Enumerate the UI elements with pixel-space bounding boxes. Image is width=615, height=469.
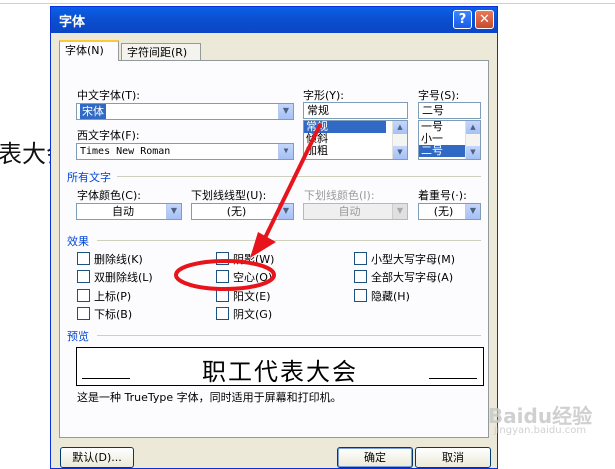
tab-font[interactable]: 字体(N) (59, 40, 119, 61)
superscript-label: 上标(P) (94, 290, 132, 303)
title-bar[interactable]: 字体 ? ✕ (51, 7, 497, 33)
chinese-font-combo[interactable]: 宋体 ▼ (76, 103, 294, 120)
small-caps-checkbox[interactable] (354, 252, 367, 265)
outline-checkbox[interactable] (216, 270, 229, 283)
all-text-section-label: 所有文字 (67, 171, 111, 184)
engrave-checkbox[interactable] (216, 307, 229, 320)
font-style-list[interactable]: 常规 倾斜 加粗 ▲ ▼ (303, 120, 408, 160)
double-strikethrough-label: 双删除线(L) (94, 271, 153, 284)
font-size-input[interactable]: 二号 (418, 102, 481, 119)
scroll-up-icon[interactable]: ▲ (466, 121, 480, 134)
all-caps-label: 全部大写字母(A) (371, 271, 454, 284)
divider (97, 335, 481, 336)
font-size-list[interactable]: 一号 小一 二号 ▲ ▼ (418, 120, 481, 160)
hidden-checkbox[interactable] (354, 289, 367, 302)
emboss-checkbox[interactable] (216, 289, 229, 302)
emphasis-label: 着重号(·): (418, 189, 467, 202)
small-caps-label: 小型大写字母(M) (371, 253, 456, 266)
all-caps-checkbox[interactable] (354, 270, 367, 283)
underline-type-label: 下划线线型(U): (191, 189, 267, 202)
scrollbar[interactable]: ▲ ▼ (465, 121, 480, 159)
underline-type-combo[interactable]: (无) ▼ (191, 203, 294, 220)
font-dialog: 字体 ? ✕ 字符间距(R) 字体(N) 中文字体(T): 宋体 ▼ 西文字体(… (50, 6, 498, 469)
preview-description: 这是一种 TrueType 字体，同时适用于屏幕和打印机。 (77, 391, 342, 404)
hidden-label: 隐藏(H) (371, 290, 410, 303)
outline-label: 空心(O) (233, 271, 273, 284)
divider (97, 240, 481, 241)
emboss-label: 阳文(E) (233, 290, 271, 303)
scroll-down-icon[interactable]: ▼ (393, 146, 407, 159)
preview-text: 职工代表大会 (202, 358, 358, 386)
shadow-label: 阴影(W) (233, 253, 275, 266)
preview-box: 职工代表大会 (76, 347, 484, 386)
preview-section-label: 预览 (67, 330, 89, 343)
watermark-url: jingyan.baidu.com (493, 425, 587, 436)
strikethrough-label: 删除线(K) (94, 253, 143, 266)
help-button[interactable]: ? (453, 10, 472, 29)
underline-color-label: 下划线颜色(I): (304, 189, 375, 202)
default-button[interactable]: 默认(D)... (60, 447, 134, 468)
chevron-down-icon[interactable]: ▼ (166, 204, 181, 219)
ok-button[interactable]: 确定 (337, 447, 413, 468)
scrollbar[interactable]: ▲ ▼ (392, 121, 407, 159)
chinese-font-label: 中文字体(T): (77, 89, 141, 102)
shadow-checkbox[interactable] (216, 252, 229, 265)
strikethrough-checkbox[interactable] (77, 252, 90, 265)
effects-section-label: 效果 (67, 235, 89, 248)
western-font-label: 西文字体(F): (77, 129, 140, 142)
font-color-combo[interactable]: 自动 ▼ (76, 203, 182, 220)
font-style-input[interactable]: 常规 (303, 102, 408, 119)
western-font-value: Times New Roman (80, 146, 171, 157)
dialog-title: 字体 (59, 15, 86, 30)
chevron-down-icon[interactable]: ▼ (392, 204, 407, 219)
list-item[interactable]: 二号 (419, 145, 465, 157)
scroll-down-icon[interactable]: ▼ (466, 146, 480, 159)
font-color-label: 字体颜色(C): (77, 189, 141, 202)
chevron-down-icon[interactable]: ▼ (278, 104, 293, 119)
chinese-font-value: 宋体 (80, 104, 106, 119)
subscript-label: 下标(B) (94, 308, 133, 321)
divider (117, 176, 481, 177)
document-ruler-line (0, 3, 615, 4)
scroll-up-icon[interactable]: ▲ (393, 121, 407, 134)
cancel-button[interactable]: 取消 (415, 447, 491, 468)
close-button[interactable]: ✕ (475, 10, 494, 29)
double-strikethrough-checkbox[interactable] (77, 270, 90, 283)
font-size-label: 字号(S): (418, 89, 460, 102)
tab-character-spacing[interactable]: 字符间距(R) (121, 43, 201, 61)
emphasis-combo[interactable]: (无) ▼ (418, 203, 481, 220)
superscript-checkbox[interactable] (77, 289, 90, 302)
chevron-down-icon[interactable]: ▼ (465, 204, 480, 219)
list-item[interactable]: 加粗 (304, 145, 386, 157)
engrave-label: 阴文(G) (233, 308, 273, 321)
chevron-down-icon[interactable]: ▼ (278, 204, 293, 219)
chevron-down-icon[interactable]: ▼ (278, 144, 293, 159)
subscript-checkbox[interactable] (77, 307, 90, 320)
font-style-label: 字形(Y): (303, 89, 345, 102)
western-font-combo[interactable]: Times New Roman ▼ (76, 143, 294, 160)
underline-color-combo[interactable]: 自动 ▼ (303, 203, 408, 220)
